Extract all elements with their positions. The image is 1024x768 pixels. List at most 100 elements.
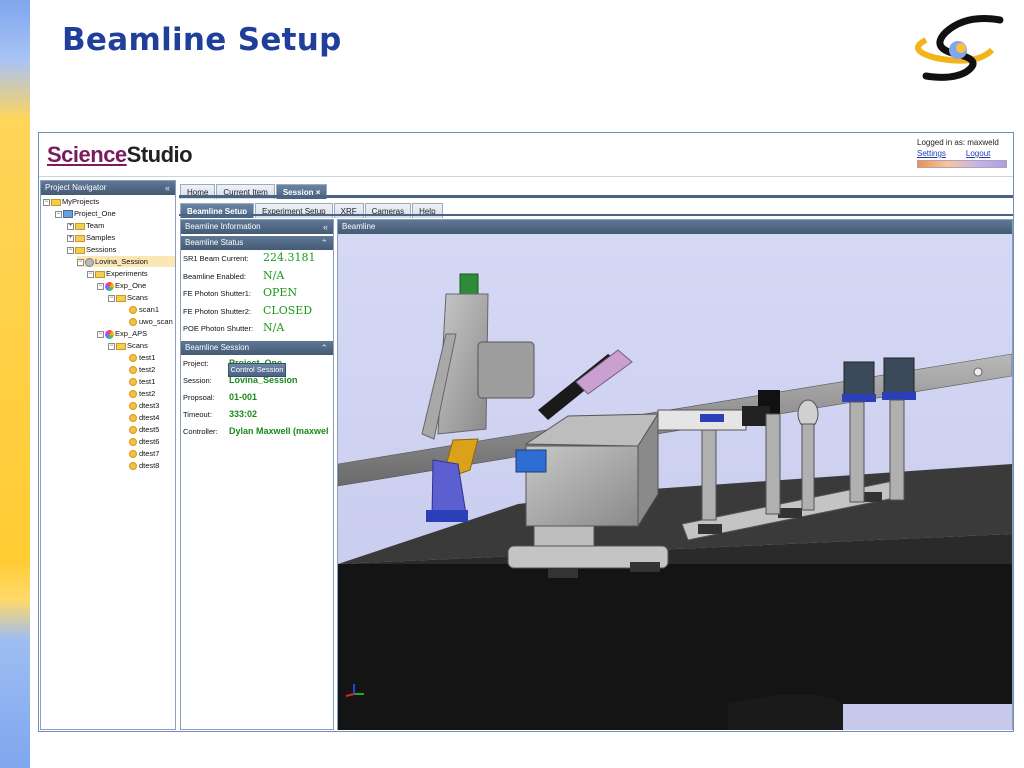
tree-node[interactable]: dtest5 bbox=[129, 424, 159, 435]
tree-node[interactable]: − Exp_APS bbox=[97, 328, 147, 339]
pipe-fitting bbox=[973, 367, 983, 377]
scan-icon bbox=[129, 366, 137, 375]
tree-node[interactable]: − Exp_One bbox=[97, 280, 146, 291]
folder-icon bbox=[116, 342, 126, 350]
collapse-icon[interactable]: ⌃ bbox=[320, 341, 328, 355]
tree-node[interactable]: dtest3 bbox=[129, 400, 159, 411]
project-navigator-header: Project Navigator « bbox=[41, 181, 175, 195]
tree-node-selected[interactable]: − Lovina_Session bbox=[77, 256, 175, 267]
tree-node[interactable]: dtest7 bbox=[129, 448, 159, 459]
gear-icon bbox=[85, 257, 94, 267]
beamline-information-panel: Beamline Information « Beamline Status ⌃ S… bbox=[180, 219, 334, 730]
login-panel: Logged in as: maxweld Settings Logout bbox=[917, 138, 1010, 168]
collapse-toggle-icon[interactable]: − bbox=[97, 330, 104, 338]
beamline-viewer-panel: Beamline bbox=[337, 219, 1013, 730]
poe-shutter-value: N/A bbox=[263, 321, 285, 334]
brand-studio: Studio bbox=[126, 142, 193, 167]
beam-current-value: 224.3181 bbox=[263, 251, 316, 264]
scan-icon bbox=[129, 354, 137, 363]
scan-icon bbox=[129, 426, 137, 435]
tree-node[interactable]: test2 bbox=[129, 388, 155, 399]
tree-node[interactable]: − Sessions bbox=[67, 244, 116, 255]
floor bbox=[843, 704, 1012, 730]
scan-icon bbox=[129, 390, 137, 399]
folder-icon bbox=[95, 270, 105, 278]
tree-node[interactable]: scan1 bbox=[129, 304, 159, 315]
collapse-toggle-icon[interactable]: − bbox=[108, 342, 115, 350]
collapse-toggle-icon[interactable]: − bbox=[108, 294, 115, 302]
scan-icon bbox=[129, 414, 137, 423]
collapse-toggle-icon[interactable]: − bbox=[43, 198, 50, 206]
scan-icon bbox=[129, 450, 137, 459]
tree-node[interactable]: − Scans bbox=[108, 340, 148, 351]
scan-icon bbox=[129, 402, 137, 411]
session-row: Controller: Dylan Maxwell (maxweld) bbox=[183, 425, 329, 436]
folder-icon bbox=[51, 198, 61, 206]
slide-title: Beamline Setup bbox=[62, 22, 342, 58]
fe-shutter1-value: OPEN bbox=[263, 286, 298, 299]
status-row: FE Photon Shutter1: OPEN bbox=[183, 286, 298, 299]
beamline-viewer-header: Beamline bbox=[338, 220, 1012, 234]
logged-in-text: Logged in as: maxweld bbox=[917, 138, 999, 147]
experiment-icon bbox=[105, 281, 114, 291]
tree-node[interactable]: dtest8 bbox=[129, 460, 159, 471]
login-status-bar bbox=[917, 160, 1007, 168]
folder-icon bbox=[75, 246, 85, 254]
scan-icon bbox=[129, 306, 137, 315]
status-row: POE Photon Shutter: N/A bbox=[183, 321, 285, 334]
fe-shutter2-value: CLOSED bbox=[263, 303, 313, 317]
scan-icon bbox=[129, 318, 137, 327]
tree-node[interactable]: − MyProjects bbox=[43, 196, 99, 207]
project-navigator-title: Project Navigator bbox=[45, 183, 107, 192]
folder-icon bbox=[116, 294, 126, 302]
beamline-enabled-value: N/A bbox=[263, 268, 285, 282]
status-row: SR1 Beam Current: 224.3181 bbox=[183, 251, 316, 264]
project-icon bbox=[63, 210, 73, 219]
tree-node[interactable]: − Project_One bbox=[55, 208, 116, 219]
beamline-status-header: Beamline Status ⌃ bbox=[181, 236, 333, 250]
beamline-status-section: SR1 Beam Current: 224.3181 Beamline Enabl… bbox=[181, 250, 333, 338]
expand-toggle-icon[interactable]: + bbox=[67, 234, 74, 242]
session-row: Timeout: 333:02 bbox=[181, 406, 333, 423]
app-header: ScienceStudio Logged in as: maxweld Sett… bbox=[39, 133, 1013, 177]
collapse-toggle-icon[interactable]: − bbox=[87, 270, 94, 278]
tree-node[interactable]: − Experiments bbox=[87, 268, 148, 279]
expand-toggle-icon[interactable]: + bbox=[67, 222, 74, 230]
collapse-icon[interactable]: « bbox=[165, 181, 170, 195]
session-row: Propsoal: 01-001 bbox=[181, 389, 333, 406]
folder-icon bbox=[75, 234, 85, 242]
tree-node[interactable]: − Scans bbox=[108, 292, 148, 303]
tree-node[interactable]: + Samples bbox=[67, 232, 115, 243]
collapse-icon[interactable]: ⌃ bbox=[320, 236, 328, 250]
tree-node[interactable]: dtest4 bbox=[129, 412, 159, 423]
sub-tab-bar-underline bbox=[179, 214, 1013, 216]
tree-node[interactable]: + Team bbox=[67, 220, 104, 231]
scan-icon bbox=[129, 378, 137, 387]
beamline-3d-view[interactable] bbox=[338, 234, 1012, 730]
collapse-toggle-icon[interactable]: − bbox=[97, 282, 104, 290]
tree-node[interactable]: uwo_scan bbox=[129, 316, 173, 327]
scan-icon bbox=[129, 438, 137, 447]
scan-icon bbox=[129, 462, 137, 471]
tree-node[interactable]: dtest6 bbox=[129, 436, 159, 447]
status-row: FE Photon Shutter2: CLOSED bbox=[183, 303, 313, 317]
control-session-button[interactable]: Control Session bbox=[228, 363, 286, 377]
collapse-toggle-icon[interactable]: − bbox=[67, 246, 74, 254]
tree-node[interactable]: test1 bbox=[129, 376, 155, 387]
collapse-icon[interactable]: « bbox=[323, 220, 328, 234]
collapse-toggle-icon[interactable]: − bbox=[55, 210, 62, 218]
tree-node[interactable]: test1 bbox=[129, 352, 155, 363]
timeout-value: 333:02 bbox=[229, 408, 258, 419]
folder-icon bbox=[75, 222, 85, 230]
beamline-information-header: Beamline Information « bbox=[181, 220, 333, 234]
logout-link[interactable]: Logout bbox=[966, 149, 990, 158]
settings-link[interactable]: Settings bbox=[917, 149, 946, 158]
sciencestudio-logo-icon bbox=[915, 15, 1004, 81]
tree-node[interactable]: test2 bbox=[129, 364, 155, 375]
status-row: Beamline Enabled: N/A bbox=[183, 268, 285, 282]
main-tab-bar: Home Current Item Session × bbox=[180, 180, 328, 199]
controller-value: Dylan Maxwell (maxweld) bbox=[229, 425, 329, 436]
brand-science: Science bbox=[47, 142, 127, 167]
slide-side-stripe bbox=[0, 0, 30, 768]
collapse-toggle-icon[interactable]: − bbox=[77, 258, 84, 266]
